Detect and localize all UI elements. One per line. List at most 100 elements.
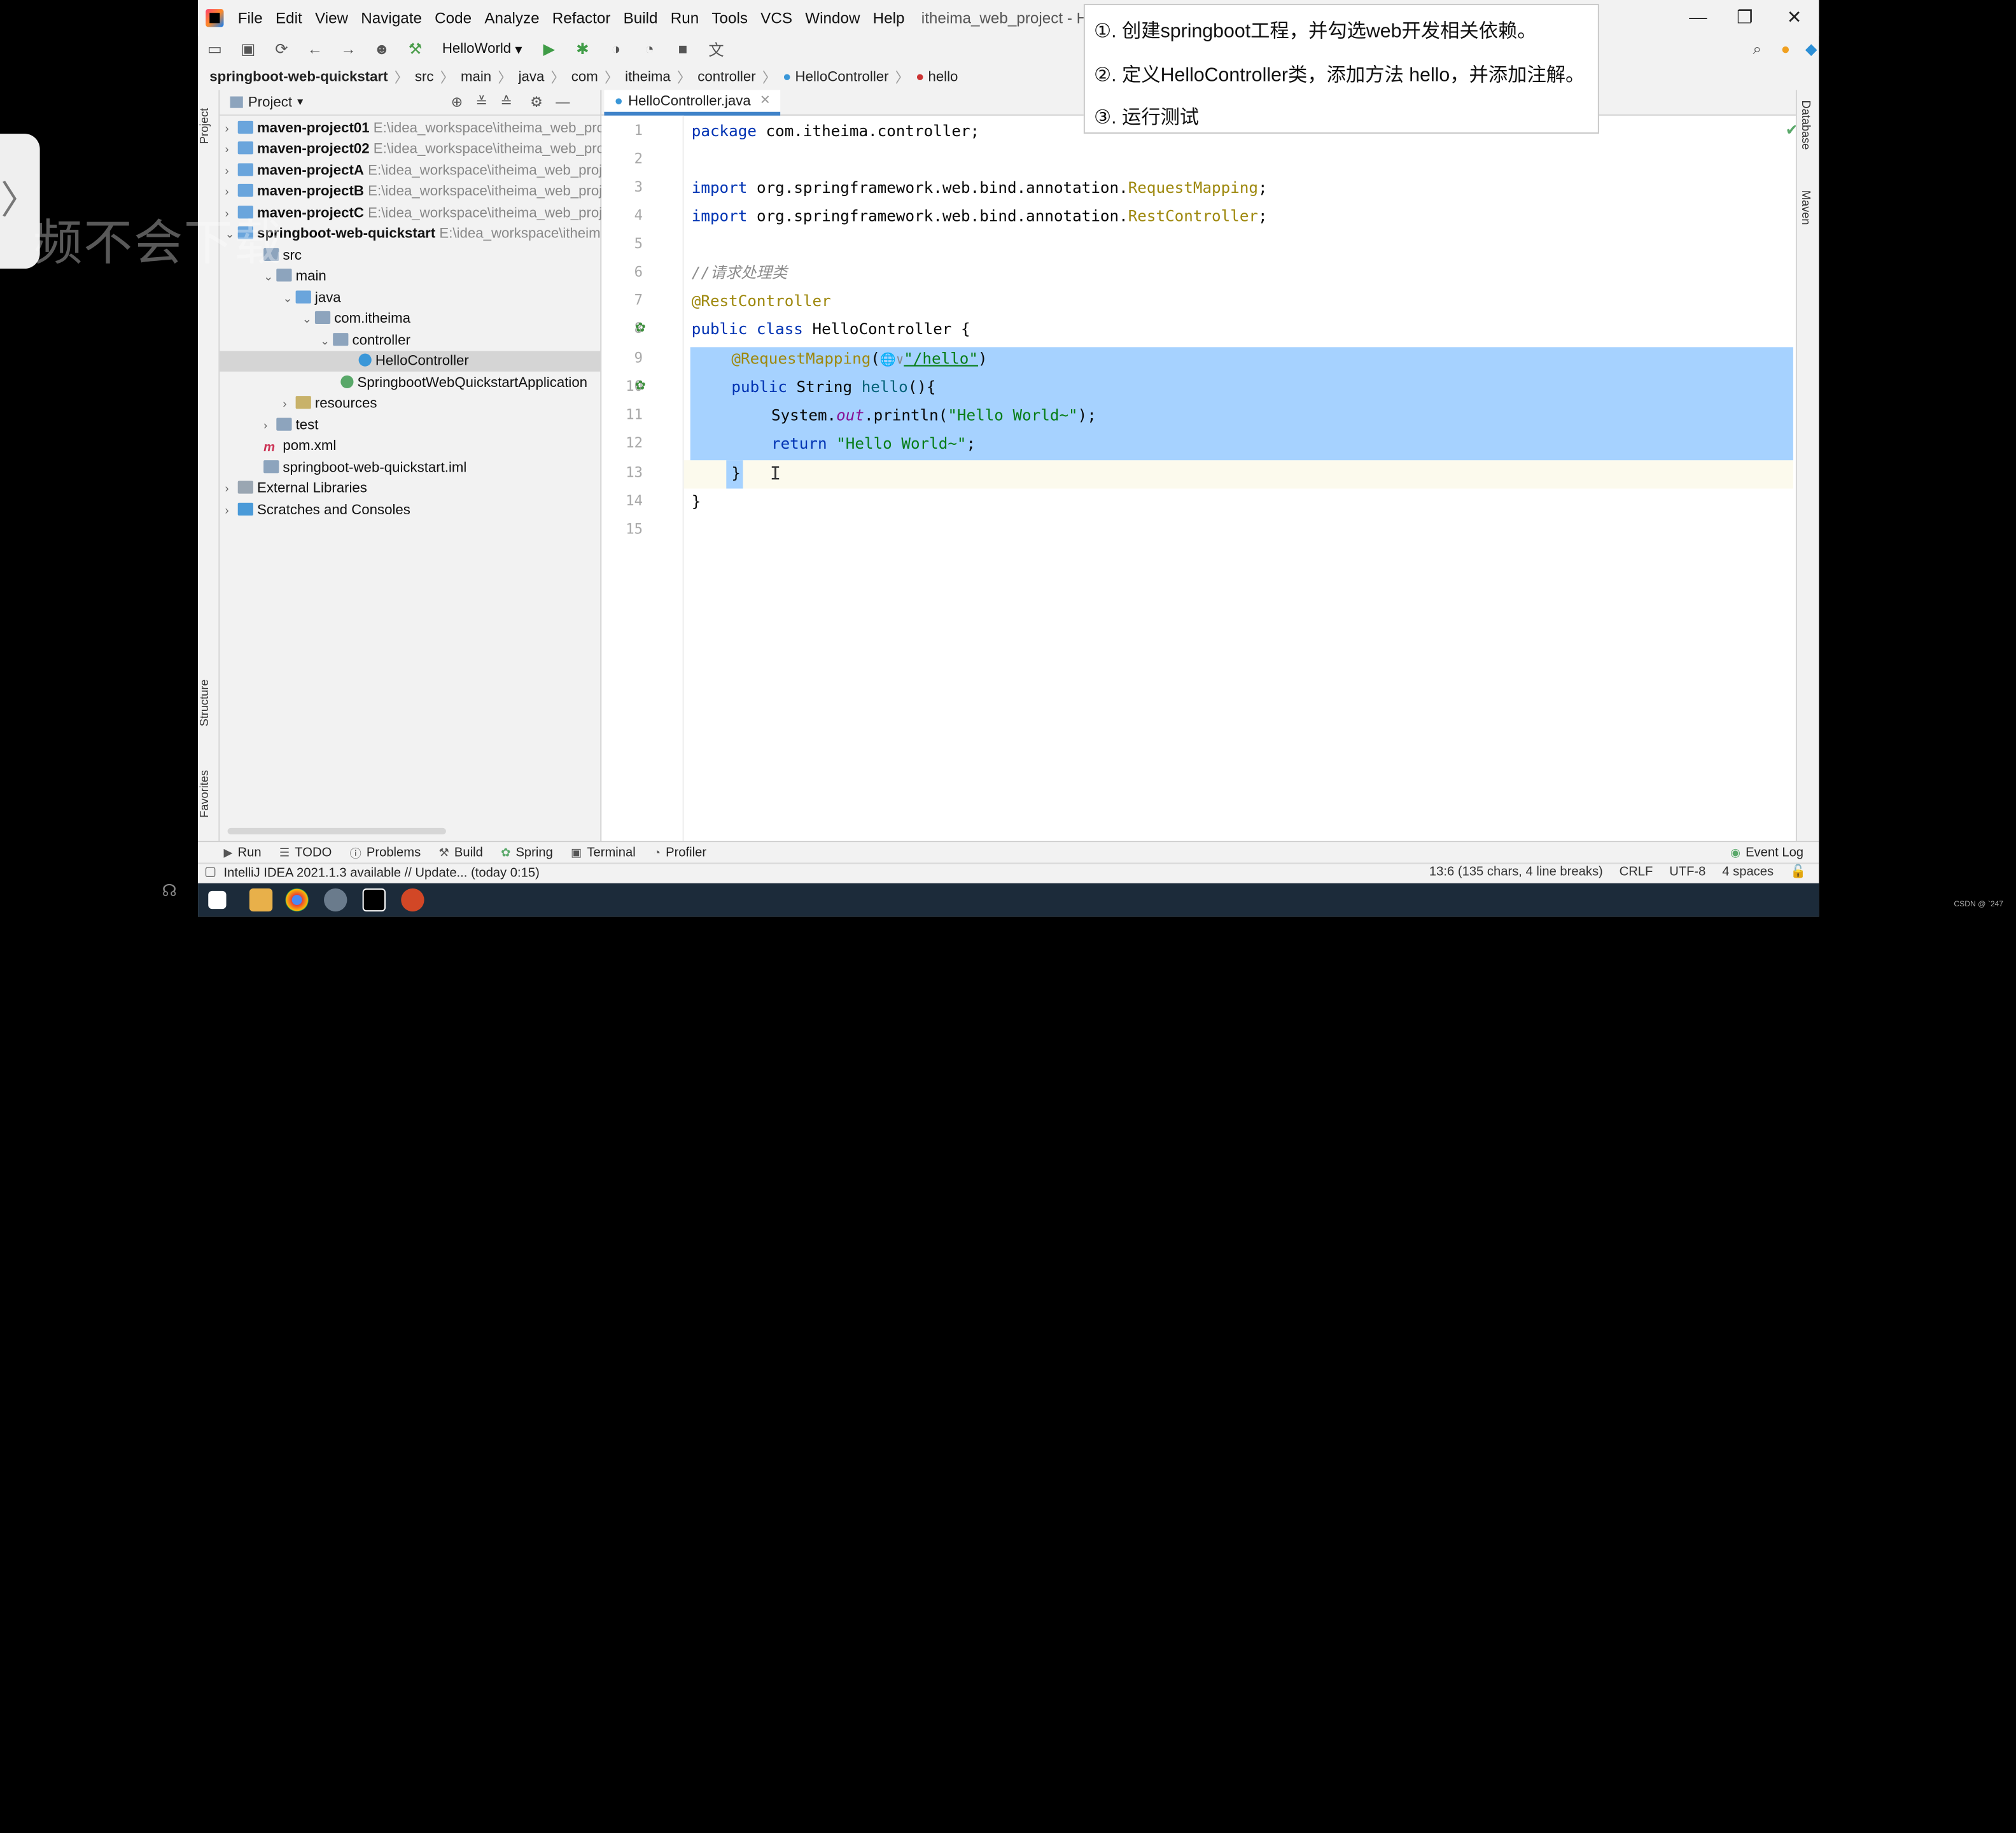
close-icon[interactable]: ✕ [1787, 6, 1802, 28]
tree-item-iml[interactable]: springboot-web-quickstart.iml [220, 458, 601, 478]
file-encoding[interactable]: UTF-8 [1669, 865, 1705, 879]
terminal-tool-tab[interactable]: ▣ Terminal [571, 845, 636, 859]
breadcrumb-method[interactable]: ● hello [916, 69, 958, 85]
gear-icon[interactable]: ⚙ [530, 94, 543, 110]
code-line-11: System.out.println("Hello World~"); [771, 406, 1096, 425]
search-icon[interactable]: ⌕ [1748, 39, 1766, 58]
menu-analyze[interactable]: Analyze [478, 9, 545, 27]
run-tool-tab[interactable]: ▶ Run [223, 845, 261, 859]
back-arrow-icon[interactable]: ← [306, 40, 324, 58]
tree-item-maven-projectA[interactable]: › maven-projectA E:\idea_workspace\itheim… [220, 161, 602, 181]
stop-icon[interactable]: ■ [674, 40, 692, 58]
breadcrumb-src[interactable]: src [415, 69, 434, 85]
tree-item-pom-xml[interactable]: m pom.xml [220, 436, 601, 456]
locate-icon[interactable]: ⊕ [451, 94, 463, 110]
hide-panel-icon[interactable]: — [556, 94, 570, 109]
maven-tool-tab[interactable]: Maven [1800, 190, 1812, 225]
restore-icon[interactable]: ❐ [1737, 6, 1753, 28]
menu-file[interactable]: File [232, 9, 269, 27]
user-icon[interactable]: ☻ [373, 40, 391, 58]
breadcrumb-main[interactable]: main [461, 69, 491, 85]
tree-item-maven-projectB[interactable]: › maven-projectB E:\idea_workspace\itheim… [220, 181, 602, 202]
menu-view[interactable]: View [309, 9, 354, 27]
tree-item-hellocontroller[interactable]: HelloController [220, 351, 602, 372]
breadcrumb-controller[interactable]: controller [697, 69, 755, 85]
status-message[interactable]: IntelliJ IDEA 2021.1.3 available // Upda… [223, 866, 539, 880]
translate-icon[interactable]: 文 [707, 40, 725, 59]
run-icon[interactable]: ▶ [540, 40, 558, 58]
database-tool-tab[interactable]: Database [1800, 101, 1812, 150]
structure-tool-tab[interactable]: Structure [198, 671, 220, 735]
chrome-icon[interactable] [285, 888, 309, 912]
menu-run[interactable]: Run [664, 9, 706, 27]
event-log-tool-tab[interactable]: ◉ Event Log [1730, 845, 1803, 859]
tree-item-test[interactable]: › test [220, 415, 601, 435]
intellij-taskbar-icon[interactable] [362, 888, 386, 912]
run-config-select[interactable]: HelloWorld ▾ [432, 41, 533, 57]
breadcrumb-itheima[interactable]: itheima [625, 69, 671, 85]
tree-item-application[interactable]: SpringbootWebQuickstartApplication [220, 373, 601, 393]
menu-vcs[interactable]: VCS [754, 9, 799, 27]
build-tool-tab[interactable]: ⚒ Build [439, 845, 483, 859]
horizontal-scrollbar[interactable] [227, 827, 446, 834]
update-icon[interactable]: ● [1777, 40, 1795, 58]
powerpoint-icon[interactable] [401, 888, 424, 912]
forward-arrow-icon[interactable]: → [339, 40, 357, 58]
code-editor[interactable]: 1 2 3 4 5 6 7 8 9 10 11 12 13 14 15 ✿ ✿ [601, 115, 1819, 841]
profiler-tool-tab[interactable]: ◔ Profiler [654, 845, 706, 859]
tree-item-maven-project02[interactable]: › maven-project02 E:\idea_workspace\ithei… [220, 139, 605, 159]
menu-navigate[interactable]: Navigate [354, 9, 428, 27]
tree-item-java[interactable]: ⌄ java [220, 288, 601, 308]
problems-tool-tab[interactable]: ⓘ Problems [350, 844, 421, 860]
todo-tool-tab[interactable]: ☰ TODO [279, 845, 332, 859]
globe-icon[interactable]: 🌐∨ [880, 354, 904, 368]
app-icon[interactable] [324, 888, 347, 912]
lock-icon[interactable]: 🔓 [1790, 865, 1806, 879]
tab-hellocontroller-java[interactable]: ● HelloController.java ✕ [604, 90, 781, 116]
close-tab-icon[interactable]: ✕ [760, 94, 771, 108]
indent-setting[interactable]: 4 spaces [1722, 865, 1774, 879]
debug-icon[interactable]: ✱ [573, 40, 591, 58]
build-hammer-icon[interactable]: ⚒ [406, 40, 424, 58]
breadcrumb-class[interactable]: ● HelloController [783, 69, 888, 85]
tree-item-maven-project01[interactable]: › maven-project01 E:\idea_workspace\ithei… [220, 118, 605, 139]
coverage-icon[interactable]: ◑ [607, 40, 625, 58]
breadcrumb-com[interactable]: com [571, 69, 598, 85]
file-explorer-icon[interactable] [249, 888, 273, 912]
menu-tools[interactable]: Tools [705, 9, 754, 27]
windows-start-icon[interactable] [208, 890, 227, 909]
spring-mapping-gutter-icon[interactable]: ✿ [635, 379, 646, 393]
menu-build[interactable]: Build [617, 9, 664, 27]
tree-item-com-itheima[interactable]: ⌄ com.itheima [220, 309, 601, 329]
minimize-icon[interactable]: — [1689, 6, 1707, 27]
chevron-down-icon[interactable]: ▾ [297, 95, 303, 109]
code-line-9: @RequestMapping(🌐∨"/hello") [731, 349, 988, 368]
menu-help[interactable]: Help [867, 9, 911, 27]
menu-code[interactable]: Code [428, 9, 478, 27]
toolbox-icon[interactable]: ◆ [1802, 40, 1819, 58]
sync-icon[interactable]: ⟳ [272, 40, 290, 58]
expand-all-icon[interactable]: ≚ [475, 94, 487, 110]
breadcrumb-project[interactable]: springboot-web-quickstart [209, 69, 388, 85]
breadcrumb-java[interactable]: java [519, 69, 545, 85]
layout-icon[interactable]: ▢ [204, 865, 216, 879]
spring-tool-tab[interactable]: ✿ Spring [501, 845, 553, 859]
text-cursor-icon: I [769, 464, 781, 485]
caret-position[interactable]: 13:6 (135 chars, 4 line breaks) [1429, 865, 1603, 879]
menu-window[interactable]: Window [799, 9, 866, 27]
menu-refactor[interactable]: Refactor [546, 9, 617, 27]
open-folder-icon[interactable]: ▭ [206, 40, 223, 58]
save-icon[interactable]: ▣ [239, 40, 257, 58]
menu-edit[interactable]: Edit [269, 9, 309, 27]
tree-item-scratches[interactable]: › Scratches and Consoles [220, 500, 601, 521]
tree-item-resources[interactable]: › resources [220, 393, 601, 414]
profile-icon[interactable]: ◔ [640, 40, 658, 58]
project-view-select[interactable]: Project [248, 94, 292, 109]
tree-item-controller[interactable]: ⌄ controller [220, 330, 601, 351]
project-tool-tab[interactable]: Project [198, 98, 220, 155]
tree-item-external-libraries[interactable]: › External Libraries [220, 478, 601, 498]
spring-bean-gutter-icon[interactable]: ✿ [635, 321, 646, 335]
collapse-all-icon[interactable]: ≙ [500, 94, 512, 110]
line-separator[interactable]: CRLF [1620, 865, 1653, 879]
favorites-tool-tab[interactable]: Favorites [198, 761, 220, 825]
